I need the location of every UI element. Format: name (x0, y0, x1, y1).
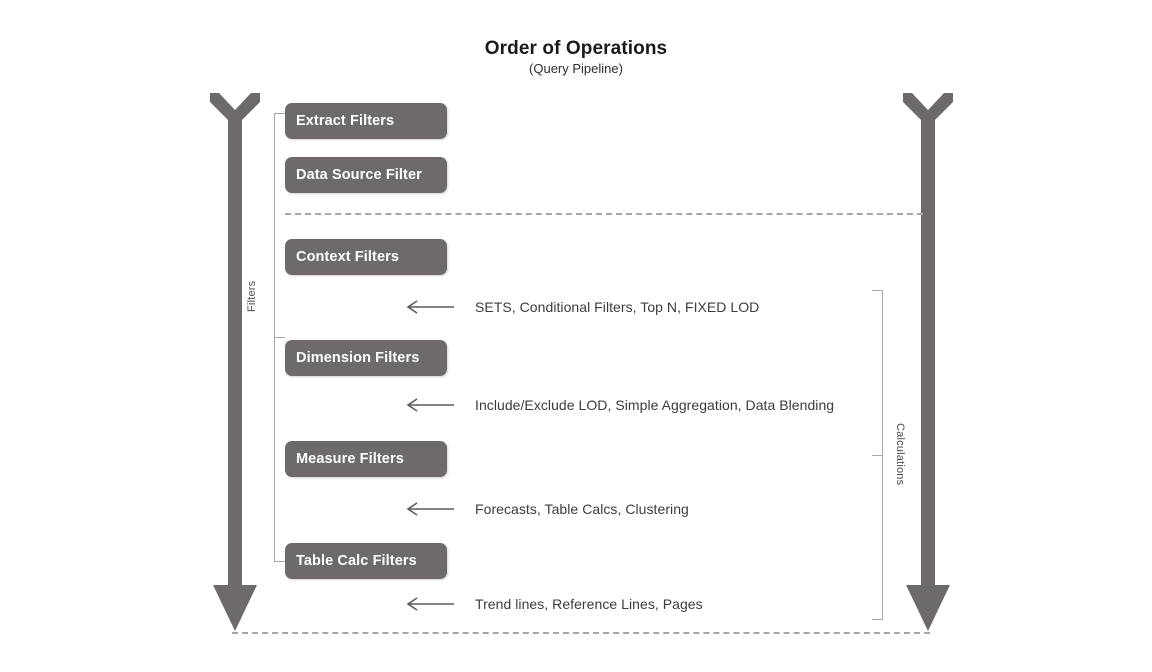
page-subtitle: (Query Pipeline) (529, 61, 623, 76)
stage-box-data-source-filter[interactable]: Data Source Filter (285, 157, 447, 193)
filters-bracket-tick-mid (274, 337, 285, 338)
stage-label: Data Source Filter (296, 167, 422, 183)
left-arrow-icon (404, 597, 454, 611)
left-arrow-icon (404, 502, 454, 516)
filters-bracket-tick-top (274, 113, 285, 114)
calculations-bracket-tick-top (872, 290, 883, 291)
upper-dashed-separator (285, 213, 923, 215)
stage-box-table-calc-filters[interactable]: Table Calc Filters (285, 543, 447, 579)
calculations-bracket-tick-bottom (872, 619, 883, 620)
filters-bracket-tick-bottom (274, 561, 285, 562)
calculations-bracket-label: Calculations (894, 423, 906, 486)
calculations-bracket-tick-mid (872, 455, 883, 456)
left-flow-arrow (208, 88, 262, 636)
stage-box-dimension-filters[interactable]: Dimension Filters (285, 340, 447, 376)
left-arrow-icon (404, 300, 454, 314)
note-trend-lines-reference-lines: Trend lines, Reference Lines, Pages (475, 596, 703, 612)
page-title: Order of Operations (484, 38, 668, 59)
note-sets-conditional-filters: SETS, Conditional Filters, Top N, FIXED … (475, 299, 760, 315)
stage-label: Measure Filters (296, 451, 404, 467)
stage-label: Context Filters (296, 249, 400, 265)
left-arrow-icon (404, 398, 454, 412)
stage-box-measure-filters[interactable]: Measure Filters (285, 441, 447, 477)
stage-box-context-filters[interactable]: Context Filters (285, 239, 447, 275)
right-flow-arrow (901, 88, 955, 636)
stage-box-extract-filters[interactable]: Extract Filters (285, 103, 447, 139)
calculations-bracket (872, 290, 884, 620)
note-include-exclude-lod: Include/Exclude LOD, Simple Aggregation,… (475, 397, 835, 413)
stage-label: Extract Filters (296, 113, 395, 129)
filters-bracket-label: Filters (246, 280, 258, 312)
stage-label: Dimension Filters (296, 350, 420, 366)
stage-label: Table Calc Filters (296, 553, 417, 569)
lower-dashed-separator (232, 632, 930, 634)
diagram-canvas: Order of Operations (Query Pipeline) Fil… (0, 0, 1152, 672)
note-forecasts-table-calcs: Forecasts, Table Calcs, Clustering (475, 501, 689, 517)
